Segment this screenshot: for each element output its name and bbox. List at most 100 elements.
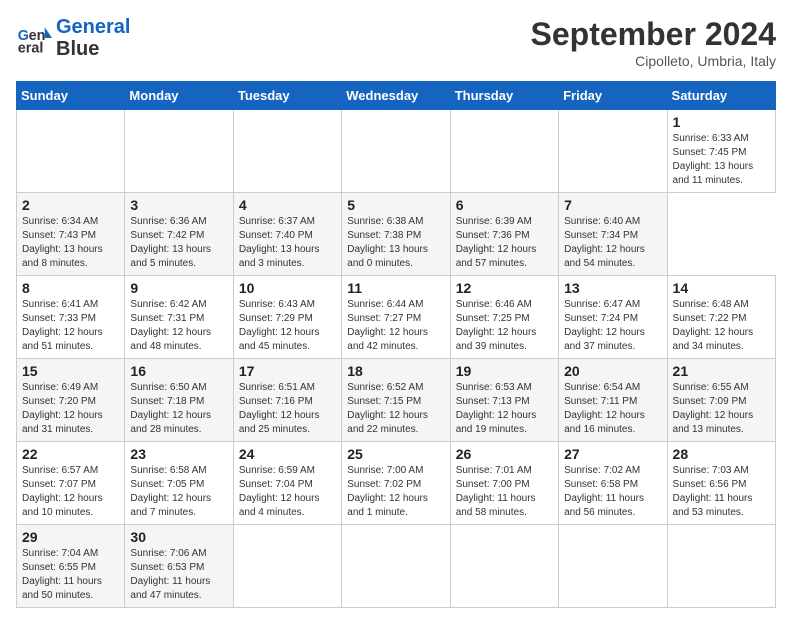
- day-number: 30: [130, 529, 227, 545]
- day-info: Sunrise: 6:40 AMSunset: 7:34 PMDaylight:…: [564, 215, 661, 271]
- calendar-table: SundayMondayTuesdayWednesdayThursdayFrid…: [16, 81, 776, 608]
- day-number: 13: [564, 280, 661, 296]
- calendar-cell: 13 Sunrise: 6:47 AMSunset: 7:24 PMDayligh…: [559, 276, 667, 359]
- day-number: 16: [130, 363, 227, 379]
- day-number: 11: [347, 280, 444, 296]
- day-number: 21: [673, 363, 770, 379]
- weekday-header-saturday: Saturday: [667, 82, 775, 110]
- logo: G en eral General Blue: [16, 16, 130, 60]
- day-number: 15: [22, 363, 119, 379]
- day-info: Sunrise: 6:34 AMSunset: 7:43 PMDaylight:…: [22, 215, 119, 271]
- calendar-week-row: 1 Sunrise: 6:33 AMSunset: 7:45 PMDaylight…: [17, 110, 776, 193]
- day-number: 7: [564, 197, 661, 213]
- logo-text: General Blue: [56, 16, 130, 60]
- day-info: Sunrise: 6:52 AMSunset: 7:15 PMDaylight:…: [347, 381, 444, 437]
- day-info: Sunrise: 7:06 AMSunset: 6:53 PMDaylight:…: [130, 547, 227, 603]
- calendar-cell: 25Sunrise: 7:00 AMSunset: 7:02 PMDayligh…: [342, 442, 450, 525]
- day-number: 12: [456, 280, 553, 296]
- day-info: Sunrise: 6:43 AMSunset: 7:29 PMDaylight:…: [239, 298, 336, 354]
- calendar-cell: 5 Sunrise: 6:38 AMSunset: 7:38 PMDaylight…: [342, 193, 450, 276]
- day-number: 6: [456, 197, 553, 213]
- day-info: Sunrise: 6:55 AMSunset: 7:09 PMDaylight:…: [673, 381, 770, 437]
- weekday-header-tuesday: Tuesday: [233, 82, 341, 110]
- day-info: Sunrise: 7:04 AMSunset: 6:55 PMDaylight:…: [22, 547, 119, 603]
- day-info: Sunrise: 6:33 AMSunset: 7:45 PMDaylight:…: [673, 132, 770, 188]
- day-info: Sunrise: 6:44 AMSunset: 7:27 PMDaylight:…: [347, 298, 444, 354]
- calendar-cell: 12Sunrise: 6:46 AMSunset: 7:25 PMDayligh…: [450, 276, 558, 359]
- day-info: Sunrise: 6:49 AMSunset: 7:20 PMDaylight:…: [22, 381, 119, 437]
- day-info: Sunrise: 6:39 AMSunset: 7:36 PMDaylight:…: [456, 215, 553, 271]
- calendar-cell: 1 Sunrise: 6:33 AMSunset: 7:45 PMDaylight…: [667, 110, 775, 193]
- calendar-cell: [342, 525, 450, 608]
- location: Cipolleto, Umbria, Italy: [531, 53, 776, 69]
- calendar-week-row: 22Sunrise: 6:57 AMSunset: 7:07 PMDayligh…: [17, 442, 776, 525]
- calendar-cell: 4Sunrise: 6:37 AMSunset: 7:40 PMDaylight…: [233, 193, 341, 276]
- calendar-cell: 14 Sunrise: 6:48 AMSunset: 7:22 PMDayligh…: [667, 276, 775, 359]
- calendar-cell: 24 Sunrise: 6:59 AMSunset: 7:04 PMDayligh…: [233, 442, 341, 525]
- day-number: 5: [347, 197, 444, 213]
- day-number: 8: [22, 280, 119, 296]
- day-info: Sunrise: 7:00 AMSunset: 7:02 PMDaylight:…: [347, 464, 444, 520]
- calendar-cell: 29 Sunrise: 7:04 AMSunset: 6:55 PMDayligh…: [17, 525, 125, 608]
- day-number: 1: [673, 114, 770, 130]
- day-info: Sunrise: 6:59 AMSunset: 7:04 PMDaylight:…: [239, 464, 336, 520]
- calendar-cell: 10 Sunrise: 6:43 AMSunset: 7:29 PMDayligh…: [233, 276, 341, 359]
- calendar-cell: [559, 525, 667, 608]
- calendar-cell: 27Sunrise: 7:02 AMSunset: 6:58 PMDayligh…: [559, 442, 667, 525]
- calendar-cell: 30 Sunrise: 7:06 AMSunset: 6:53 PMDayligh…: [125, 525, 233, 608]
- calendar-cell: 6 Sunrise: 6:39 AMSunset: 7:36 PMDaylight…: [450, 193, 558, 276]
- day-number: 10: [239, 280, 336, 296]
- calendar-cell: [450, 525, 558, 608]
- day-number: 23: [130, 446, 227, 462]
- calendar-cell: 3 Sunrise: 6:36 AMSunset: 7:42 PMDaylight…: [125, 193, 233, 276]
- day-number: 24: [239, 446, 336, 462]
- weekday-header-thursday: Thursday: [450, 82, 558, 110]
- calendar-cell: 20 Sunrise: 6:54 AMSunset: 7:11 PMDayligh…: [559, 359, 667, 442]
- calendar-cell: 2 Sunrise: 6:34 AMSunset: 7:43 PMDaylight…: [17, 193, 125, 276]
- weekday-header-wednesday: Wednesday: [342, 82, 450, 110]
- day-number: 26: [456, 446, 553, 462]
- day-info: Sunrise: 6:42 AMSunset: 7:31 PMDaylight:…: [130, 298, 227, 354]
- calendar-cell: 28 Sunrise: 7:03 AMSunset: 6:56 PMDayligh…: [667, 442, 775, 525]
- day-info: Sunrise: 7:03 AMSunset: 6:56 PMDaylight:…: [673, 464, 770, 520]
- calendar-cell: [233, 525, 341, 608]
- day-number: 28: [673, 446, 770, 462]
- weekday-header-row: SundayMondayTuesdayWednesdayThursdayFrid…: [17, 82, 776, 110]
- day-info: Sunrise: 6:58 AMSunset: 7:05 PMDaylight:…: [130, 464, 227, 520]
- calendar-cell: [342, 110, 450, 193]
- calendar-cell: 23 Sunrise: 6:58 AMSunset: 7:05 PMDayligh…: [125, 442, 233, 525]
- day-number: 14: [673, 280, 770, 296]
- title-block: September 2024 Cipolleto, Umbria, Italy: [531, 16, 776, 69]
- day-number: 18: [347, 363, 444, 379]
- svg-text:eral: eral: [18, 40, 44, 56]
- day-number: 27: [564, 446, 661, 462]
- day-info: Sunrise: 6:53 AMSunset: 7:13 PMDaylight:…: [456, 381, 553, 437]
- page-header: G en eral General Blue September 2024 Ci…: [16, 16, 776, 69]
- calendar-cell: [559, 110, 667, 193]
- day-info: Sunrise: 6:54 AMSunset: 7:11 PMDaylight:…: [564, 381, 661, 437]
- day-info: Sunrise: 6:37 AMSunset: 7:40 PMDaylight:…: [239, 215, 336, 271]
- day-info: Sunrise: 6:51 AMSunset: 7:16 PMDaylight:…: [239, 381, 336, 437]
- day-number: 19: [456, 363, 553, 379]
- calendar-cell: 9Sunrise: 6:42 AMSunset: 7:31 PMDaylight…: [125, 276, 233, 359]
- day-info: Sunrise: 6:38 AMSunset: 7:38 PMDaylight:…: [347, 215, 444, 271]
- day-number: 29: [22, 529, 119, 545]
- month-title: September 2024: [531, 16, 776, 53]
- weekday-header-sunday: Sunday: [17, 82, 125, 110]
- day-info: Sunrise: 6:47 AMSunset: 7:24 PMDaylight:…: [564, 298, 661, 354]
- calendar-cell: [667, 525, 775, 608]
- calendar-cell: [125, 110, 233, 193]
- day-number: 3: [130, 197, 227, 213]
- calendar-week-row: 2 Sunrise: 6:34 AMSunset: 7:43 PMDaylight…: [17, 193, 776, 276]
- day-number: 20: [564, 363, 661, 379]
- day-info: Sunrise: 6:36 AMSunset: 7:42 PMDaylight:…: [130, 215, 227, 271]
- day-info: Sunrise: 6:48 AMSunset: 7:22 PMDaylight:…: [673, 298, 770, 354]
- calendar-cell: 17Sunrise: 6:51 AMSunset: 7:16 PMDayligh…: [233, 359, 341, 442]
- logo-icon: G en eral: [16, 20, 52, 56]
- calendar-cell: 26 Sunrise: 7:01 AMSunset: 7:00 PMDayligh…: [450, 442, 558, 525]
- calendar-cell: 15 Sunrise: 6:49 AMSunset: 7:20 PMDayligh…: [17, 359, 125, 442]
- day-number: 2: [22, 197, 119, 213]
- calendar-week-row: 8Sunrise: 6:41 AMSunset: 7:33 PMDaylight…: [17, 276, 776, 359]
- weekday-header-friday: Friday: [559, 82, 667, 110]
- day-info: Sunrise: 7:01 AMSunset: 7:00 PMDaylight:…: [456, 464, 553, 520]
